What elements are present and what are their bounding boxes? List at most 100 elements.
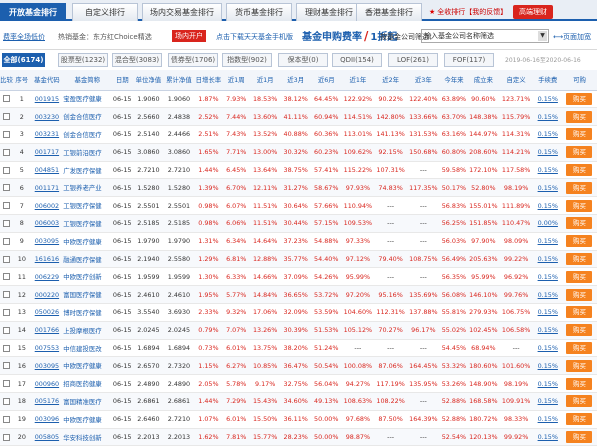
header-col-fee[interactable]: 手续费 bbox=[533, 70, 562, 91]
header-col-1y[interactable]: 近1年 bbox=[341, 70, 375, 91]
compare-cell[interactable] bbox=[0, 125, 14, 144]
cell-name[interactable]: 中欧医疗健康 bbox=[63, 410, 112, 429]
buy-button[interactable]: 购买 bbox=[566, 164, 593, 177]
buy-button[interactable]: 购买 bbox=[566, 306, 593, 319]
company-filter-input[interactable]: 输入基金公司名称筛选 ▼ bbox=[421, 29, 549, 43]
compare-checkbox[interactable] bbox=[3, 344, 11, 352]
buy-button[interactable]: 购买 bbox=[566, 324, 593, 337]
cell-fee[interactable]: 0.15% bbox=[533, 339, 562, 358]
filter-lof[interactable]: LOF(261) bbox=[388, 53, 438, 67]
promo-hot-fund[interactable]: 热销基金：东方红Choice精选 bbox=[58, 32, 152, 42]
compare-checkbox[interactable] bbox=[3, 273, 11, 281]
cell-name[interactable]: 中欧医疗健康 bbox=[63, 232, 112, 251]
table-row[interactable]: 3 003231 创金合信医疗 06-15 2.5140 2.4466 2.51% 7.43%… bbox=[0, 125, 597, 144]
compare-cell[interactable] bbox=[0, 339, 14, 358]
compare-checkbox[interactable] bbox=[3, 148, 11, 156]
compare-checkbox[interactable] bbox=[3, 202, 11, 210]
buy-button[interactable]: 购买 bbox=[566, 270, 593, 283]
compare-checkbox[interactable] bbox=[3, 433, 11, 441]
buy-button[interactable]: 购买 bbox=[566, 110, 593, 123]
cell-code[interactable]: 003096 bbox=[30, 410, 64, 429]
table-row[interactable]: 10 161616 融通医疗保健 06-15 2.1940 2.5580 1.29% 6.81… bbox=[0, 250, 597, 269]
cell-fee[interactable]: 0.15% bbox=[533, 285, 562, 305]
compare-cell[interactable] bbox=[0, 392, 14, 411]
header-col-3y[interactable]: 近3年 bbox=[406, 70, 440, 91]
cell-name[interactable]: 工银前沿医疗 bbox=[63, 143, 112, 162]
custom-date-range[interactable]: 2019-06-16至2020-06-16 bbox=[505, 55, 581, 64]
cell-name[interactable]: 工银医疗保健 bbox=[63, 214, 112, 233]
header-col-6m[interactable]: 近6月 bbox=[310, 70, 342, 91]
header-col-nav[interactable]: 单位净值 bbox=[133, 70, 164, 91]
buy-button[interactable]: 购买 bbox=[566, 217, 593, 230]
buy-button[interactable]: 购买 bbox=[566, 288, 593, 301]
cell-name[interactable]: 创金合信医疗 bbox=[63, 107, 112, 127]
compare-cell[interactable] bbox=[0, 161, 14, 180]
cell-fee[interactable]: 0.15% bbox=[533, 392, 562, 411]
header-col-ytd[interactable]: 今年来 bbox=[439, 70, 469, 91]
header-col-since[interactable]: 成立来 bbox=[468, 70, 499, 91]
compare-checkbox[interactable] bbox=[3, 326, 11, 334]
cell-name[interactable]: 上投摩根医疗 bbox=[63, 321, 112, 340]
filter-qdii[interactable]: QDII(154) bbox=[332, 53, 382, 67]
open-account-link[interactable]: 场内开户 bbox=[172, 30, 206, 42]
cell-code[interactable]: 003231 bbox=[30, 125, 64, 144]
filter-fof[interactable]: FOF(117) bbox=[444, 53, 494, 67]
table-row[interactable]: 19 003096 中欧医疗健康 06-15 2.6460 2.7210 1.07% 6.01… bbox=[0, 410, 597, 429]
tab-hk-fund-ranking[interactable]: 香港基金排行 bbox=[356, 3, 422, 21]
compare-cell[interactable] bbox=[0, 321, 14, 340]
compare-cell[interactable] bbox=[0, 356, 14, 376]
cell-code[interactable]: 001717 bbox=[30, 143, 64, 162]
compare-cell[interactable] bbox=[0, 410, 14, 429]
filter-bond[interactable]: 债券型(1706) bbox=[168, 53, 218, 67]
table-row[interactable]: 7 006002 工银医疗保健 06-15 2.5501 2.5501 0.98% 6.07%… bbox=[0, 196, 597, 216]
cell-fee[interactable]: 0.15% bbox=[533, 303, 562, 322]
cell-code[interactable]: 005805 bbox=[30, 428, 64, 447]
cell-code[interactable]: 000960 bbox=[30, 374, 64, 394]
compare-checkbox[interactable] bbox=[3, 130, 11, 138]
tab-open-fund-ranking[interactable]: 开放基金排行 bbox=[0, 3, 66, 21]
compare-checkbox[interactable] bbox=[3, 380, 11, 388]
filter-stock[interactable]: 股票型(1232) bbox=[58, 53, 108, 67]
cell-name[interactable]: 宝盈医疗健康 bbox=[63, 90, 112, 109]
tab-money-fund-ranking[interactable]: 货币基金排行 bbox=[226, 3, 292, 21]
buy-button[interactable]: 购买 bbox=[566, 253, 593, 266]
compare-cell[interactable] bbox=[0, 214, 14, 233]
compare-cell[interactable] bbox=[0, 428, 14, 447]
header-col-3m[interactable]: 近3月 bbox=[280, 70, 311, 91]
compare-checkbox[interactable] bbox=[3, 308, 11, 316]
compare-checkbox[interactable] bbox=[3, 362, 11, 370]
table-row[interactable]: 6 001171 工银养老产业 06-15 1.5280 1.5280 1.39% 6.70%… bbox=[0, 178, 597, 198]
compare-checkbox[interactable] bbox=[3, 95, 11, 103]
cell-name[interactable]: 招商医药健康 bbox=[63, 374, 112, 394]
compare-cell[interactable] bbox=[0, 107, 14, 127]
table-row[interactable]: 12 000220 富国医疗保健 06-15 2.4610 2.4610 1.95% 5.77… bbox=[0, 285, 597, 305]
compare-cell[interactable] bbox=[0, 285, 14, 305]
tab-wealth-fund-ranking[interactable]: 理财基金排行 bbox=[296, 3, 362, 21]
table-row[interactable]: 18 005176 富国精准医疗 06-15 2.6861 2.6861 1.44% 7.29… bbox=[0, 392, 597, 411]
cell-name[interactable]: 中信建投医改 bbox=[63, 339, 112, 358]
cell-code[interactable]: 006003 bbox=[30, 214, 64, 233]
table-row[interactable]: 8 006003 工银医疗保健 06-15 2.5185 2.5185 0.98% 6.06%… bbox=[0, 214, 597, 233]
cell-name[interactable]: 博时医疗保健 bbox=[63, 303, 112, 322]
compare-checkbox[interactable] bbox=[3, 166, 11, 174]
filter-index[interactable]: 指数型(902) bbox=[222, 53, 272, 67]
cell-fee[interactable]: 0.15% bbox=[533, 267, 562, 287]
compare-checkbox[interactable] bbox=[3, 397, 11, 405]
cell-name[interactable]: 富国精准医疗 bbox=[63, 392, 112, 411]
table-row[interactable]: 15 007553 中信建投医改 06-15 1.6894 1.6894 0.73% 6.01… bbox=[0, 339, 597, 358]
compare-cell[interactable] bbox=[0, 178, 14, 198]
premium-wealth-button[interactable]: 高端理财 bbox=[513, 5, 553, 19]
favorites-link[interactable]: ★ 全收排行【我的反馈】 bbox=[426, 5, 510, 19]
widen-page-link[interactable]: ⟷页面加宽 bbox=[553, 32, 591, 42]
filter-hybrid[interactable]: 混合型(3083) bbox=[112, 53, 162, 67]
compare-cell[interactable] bbox=[0, 143, 14, 162]
buy-button[interactable]: 购买 bbox=[566, 235, 593, 248]
cell-name[interactable]: 广发医疗保健 bbox=[63, 161, 112, 180]
cell-fee[interactable]: 0.15% bbox=[533, 178, 562, 198]
download-app-link[interactable]: 点击下载天天基金手机版 bbox=[216, 32, 293, 42]
table-row[interactable]: 14 001766 上投摩根医疗 06-15 2.0245 2.0245 0.79% 7.07… bbox=[0, 321, 597, 340]
cell-name[interactable]: 工银养老产业 bbox=[63, 178, 112, 198]
table-row[interactable]: 11 006229 中欧医疗创新 06-15 1.9599 1.9599 1.30% 6.33… bbox=[0, 267, 597, 287]
header-col-custom[interactable]: 自定义 bbox=[498, 70, 534, 91]
cell-fee[interactable]: 0.15% bbox=[533, 410, 562, 429]
